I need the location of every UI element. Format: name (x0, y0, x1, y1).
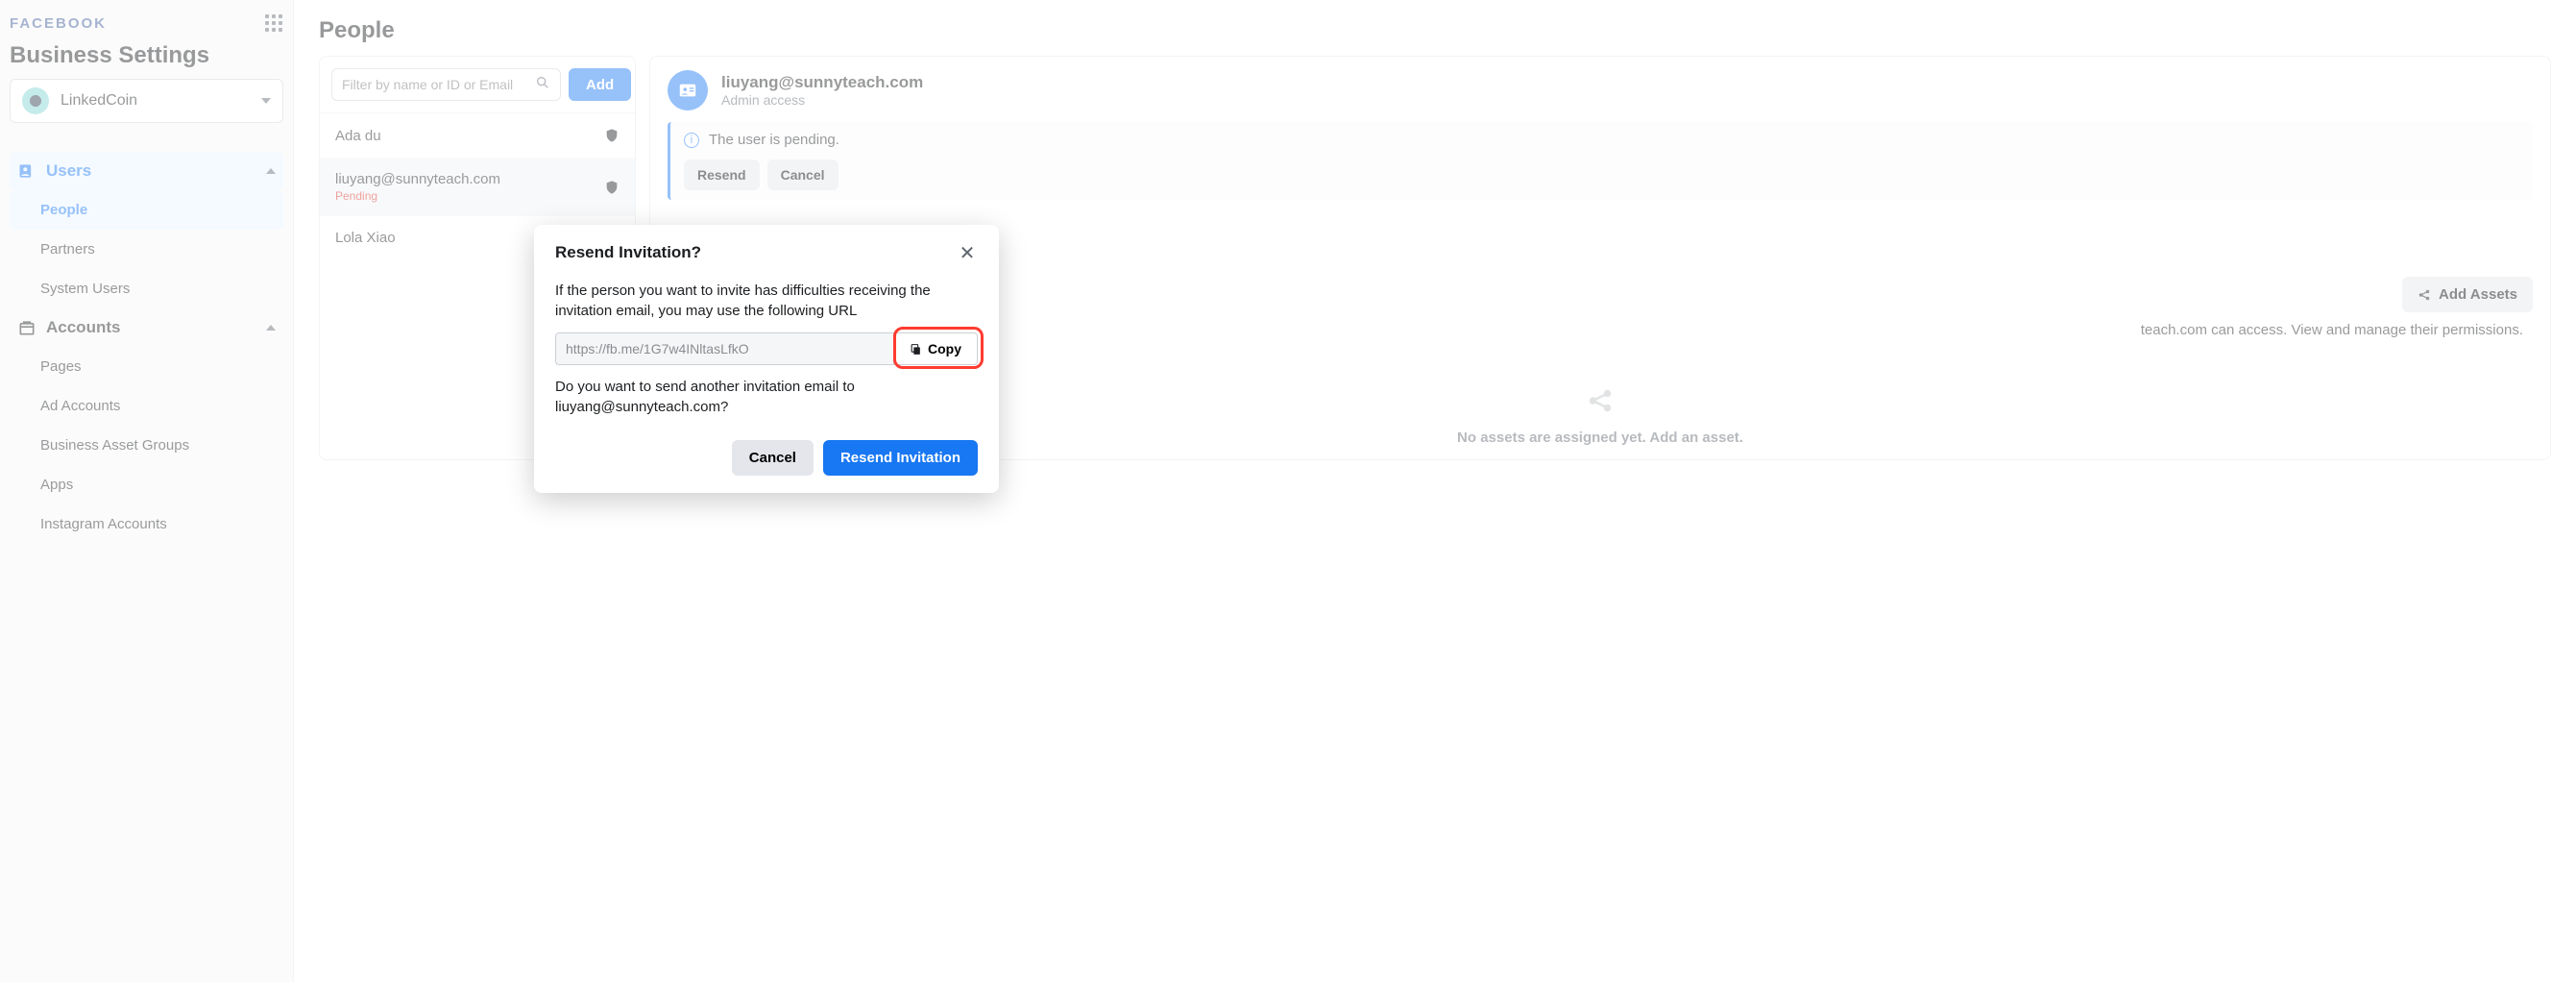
copy-url-button[interactable]: Copy (893, 332, 978, 365)
close-icon[interactable]: ✕ (957, 242, 978, 263)
copy-icon (910, 343, 922, 356)
modal-title: Resend Invitation? (555, 243, 701, 262)
modal-resend-button[interactable]: Resend Invitation (823, 440, 978, 476)
modal-cancel-button[interactable]: Cancel (732, 440, 814, 476)
modal-body-text-1: If the person you want to invite has dif… (555, 281, 978, 321)
resend-invitation-modal: Resend Invitation? ✕ If the person you w… (534, 225, 999, 493)
modal-body-text-2: Do you want to send another invitation e… (555, 377, 978, 417)
modal-overlay[interactable] (0, 0, 2576, 982)
copy-label: Copy (928, 341, 961, 356)
invitation-url-input[interactable] (555, 332, 893, 365)
